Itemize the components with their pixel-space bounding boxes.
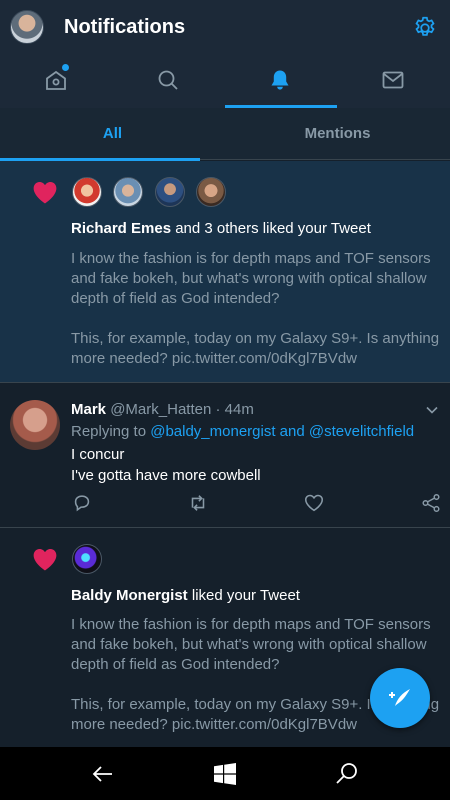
compose-tweet-icon xyxy=(389,689,410,706)
replying-to-users[interactable]: @baldy_monergist and @stevelitchfield xyxy=(150,423,414,440)
liker-avatar[interactable] xyxy=(113,177,143,207)
notifications-screen: Notifications All Mentions Richard Emes … xyxy=(0,0,450,800)
retweet-icon[interactable] xyxy=(187,492,209,514)
tab-all[interactable]: All xyxy=(0,108,225,161)
share-icon[interactable] xyxy=(420,492,442,514)
main-tab-bar xyxy=(0,56,450,108)
app-header: Notifications xyxy=(0,0,450,56)
reply-header: Mark @Mark_Hatten · 44m xyxy=(71,401,254,418)
system-nav-bar xyxy=(0,747,450,800)
bell-icon xyxy=(271,70,289,90)
reply-icon[interactable] xyxy=(71,492,93,514)
windows-logo-icon[interactable] xyxy=(210,759,240,789)
like-summary-suffix: and 3 others liked your Tweet xyxy=(171,220,371,237)
home-icon xyxy=(46,70,66,90)
liker-name[interactable]: Richard Emes xyxy=(71,220,171,237)
tweet-time: · 44m xyxy=(211,401,254,418)
compose-tweet-button[interactable] xyxy=(370,668,430,728)
liker-avatar[interactable] xyxy=(155,177,185,207)
tab-search[interactable] xyxy=(112,56,224,108)
tab-home[interactable] xyxy=(0,56,112,108)
avatar[interactable] xyxy=(10,400,60,450)
author-handle[interactable]: @Mark_Hatten xyxy=(110,401,211,418)
gear-icon[interactable] xyxy=(412,15,438,41)
heart-icon xyxy=(33,549,57,571)
like-summary: Richard Emes and 3 others liked your Twe… xyxy=(71,220,371,237)
tab-messages[interactable] xyxy=(337,56,449,108)
liker-avatar[interactable] xyxy=(72,177,102,207)
page-title: Notifications xyxy=(64,16,186,38)
search-icon[interactable] xyxy=(332,759,362,789)
like-summary: Baldy Monergist liked your Tweet xyxy=(71,587,300,604)
like-summary-suffix: liked your Tweet xyxy=(187,587,300,604)
reply-text: I concur I've gotta have more cowbell xyxy=(71,446,261,484)
mail-icon xyxy=(382,71,404,89)
tab-notifications[interactable] xyxy=(224,56,337,108)
liked-tweet-text[interactable]: I know the fashion is for depth maps and… xyxy=(71,249,441,369)
liker-name[interactable]: Baldy Monergist xyxy=(71,587,188,604)
tab-mentions[interactable]: Mentions xyxy=(225,108,450,160)
search-icon xyxy=(158,70,178,90)
back-arrow-icon[interactable] xyxy=(88,759,118,789)
profile-avatar[interactable] xyxy=(10,10,44,44)
replying-to-label: Replying to xyxy=(71,423,151,440)
liker-avatar[interactable] xyxy=(72,544,102,574)
liker-avatar[interactable] xyxy=(196,177,226,207)
like-notification[interactable]: Richard Emes and 3 others liked your Twe… xyxy=(0,161,450,383)
chevron-down-icon[interactable] xyxy=(424,402,440,418)
heart-icon xyxy=(33,182,57,204)
heart-outline-icon[interactable] xyxy=(303,492,325,514)
new-items-dot xyxy=(62,64,69,71)
notification-filter-tabs: All Mentions xyxy=(0,108,450,161)
author-name[interactable]: Mark xyxy=(71,401,106,418)
replying-to-line: Replying to @baldy_monergist and @stevel… xyxy=(71,423,414,440)
